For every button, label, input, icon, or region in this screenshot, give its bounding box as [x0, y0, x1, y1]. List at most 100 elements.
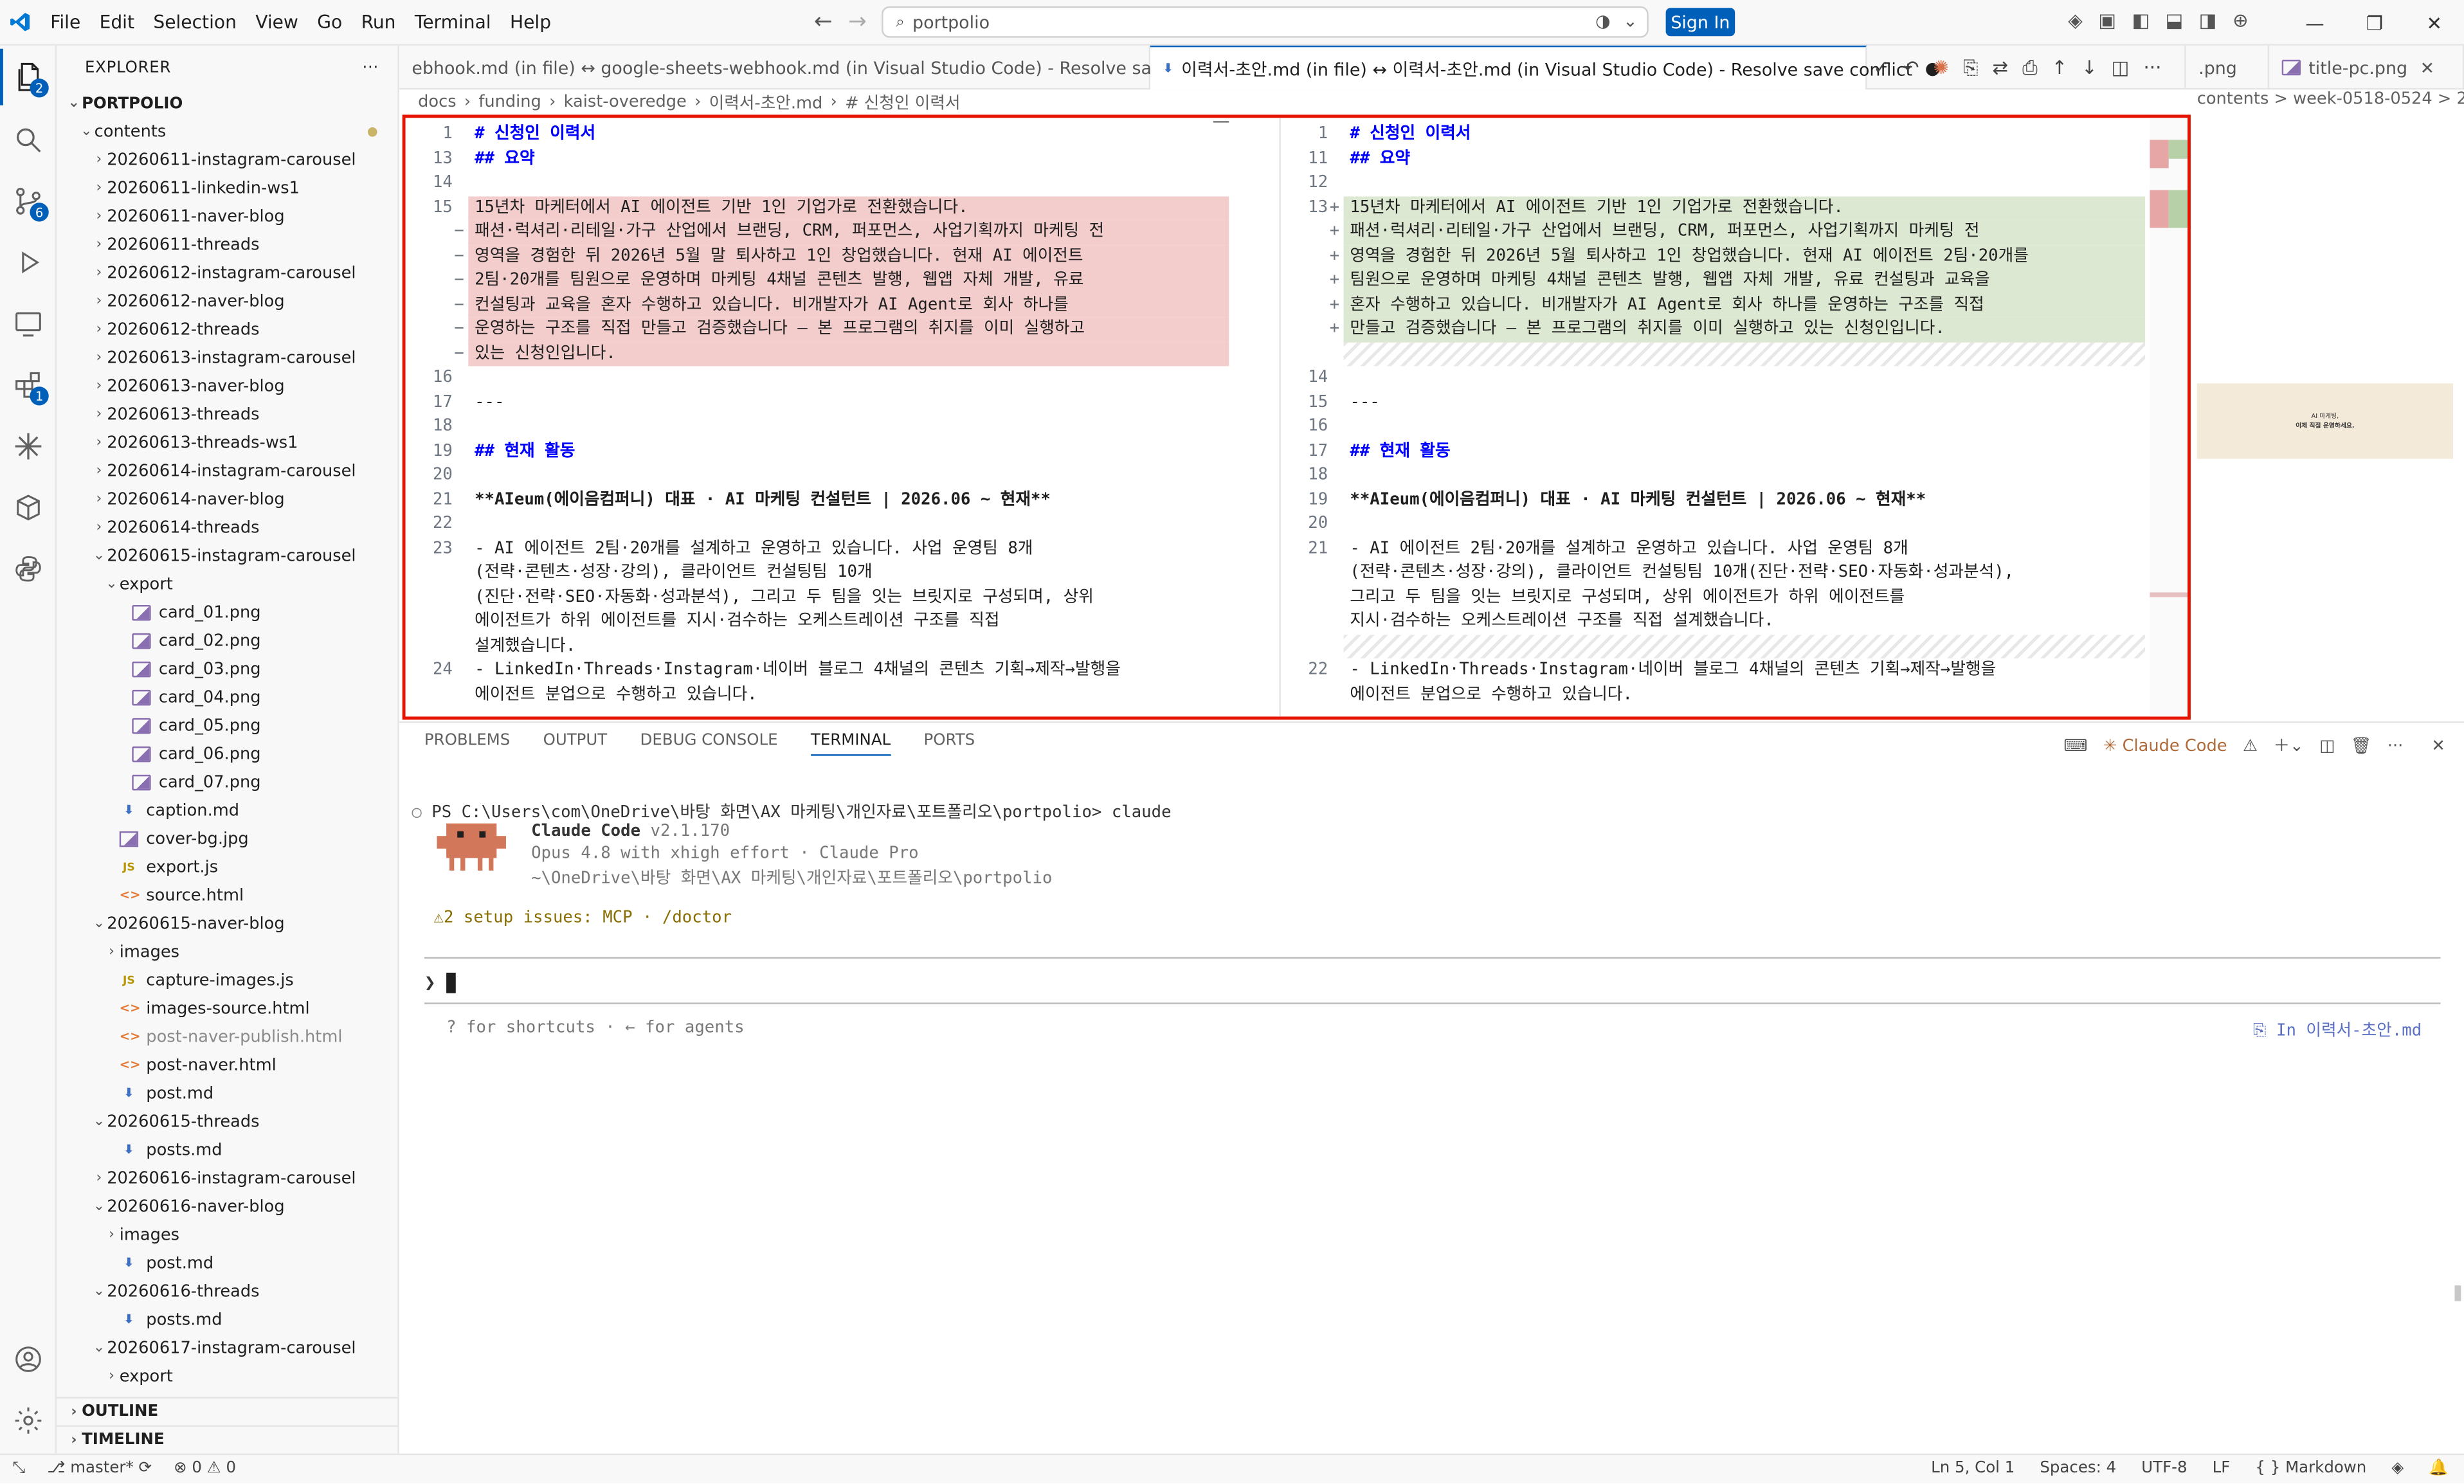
tree-folder[interactable]: › 20260613-instagram-carousel [57, 344, 399, 372]
terminal-name[interactable]: ✳ Claude Code [2103, 736, 2227, 755]
tree-folder[interactable]: › 20260614-naver-blog [57, 485, 399, 514]
code-line[interactable]: 영역을 경험한 뒤 2026년 5월 퇴사하고 1인 창업했습니다. 현재 AI… [1350, 244, 2028, 269]
close-panel-icon[interactable]: ✕ [2431, 736, 2445, 755]
encoding[interactable]: UTF-8 [2141, 1460, 2187, 1477]
code-line[interactable]: ## 현재 활동 [475, 439, 575, 464]
code-line[interactable]: 팀원으로 운영하며 마케팅 4채널 콘텐츠 발행, 웹앱 자체 개발, 유료 컨… [1350, 269, 1989, 293]
language-mode[interactable]: { } Markdown [2255, 1460, 2366, 1477]
move-change-icon[interactable]: ⎙ [2022, 57, 2037, 80]
split-editor-icon[interactable]: ◫ [2112, 57, 2130, 80]
extensions-icon[interactable]: 1 [0, 357, 57, 413]
code-line[interactable]: **AIeum(에이음컴퍼니) 대표 · AI 마케팅 컨설턴트 | 2026.… [1350, 488, 1926, 512]
sign-in-button[interactable]: Sign In [1665, 8, 1735, 37]
back-arrow-icon[interactable]: ← [814, 10, 833, 35]
code-line[interactable]: --- [475, 390, 504, 415]
tree-file[interactable]: ⬇ posts.md [57, 1306, 399, 1334]
source-control-icon[interactable]: 6 [0, 173, 57, 230]
terminal-scrollbar[interactable] [2454, 1285, 2461, 1301]
code-line[interactable]: 설계했습니다. [475, 634, 575, 658]
tree-file[interactable]: ⬇ caption.md [57, 797, 399, 825]
copilot-chat-icon[interactable]: ◈ [2068, 10, 2083, 32]
tree-file[interactable]: cover-bg.jpg [57, 825, 399, 853]
code-line[interactable]: - AI 에이전트 2팀·20개를 설계하고 운영하고 있습니다. 사업 운영팀… [475, 537, 1033, 561]
arrow-up-icon[interactable]: ↑ [2052, 57, 2068, 80]
close-icon[interactable]: ✕ [2420, 57, 2435, 78]
tree-file[interactable]: ⬇ posts.md [57, 1136, 399, 1164]
more-actions-icon[interactable]: ··· [362, 59, 379, 77]
tree-folder[interactable]: › 20260613-threads-ws1 [57, 429, 399, 457]
trash-icon[interactable]: 🗑 [2351, 736, 2372, 756]
tree-file[interactable]: <> post-naver-publish.html [57, 1023, 399, 1051]
breadcrumb-item[interactable]: kaist-overedge [564, 93, 687, 111]
code-line[interactable]: (진단·전략·SEO·자동화·성과분석), 그리고 두 팀을 잇는 브릿지로 구… [475, 585, 1094, 610]
chevron-down-icon[interactable]: ⌄ [1623, 11, 1638, 32]
indentation[interactable]: Spaces: 4 [2040, 1460, 2116, 1477]
timeline-section[interactable]: › TIMELINE [56, 1425, 399, 1454]
open-file-icon[interactable]: ⎘ [1963, 57, 1978, 80]
code-line[interactable]: 15년차 마케터에서 AI 에이전트 기반 1인 기업가로 전환했습니다. [475, 195, 968, 220]
more-actions-icon[interactable]: ··· [2143, 57, 2161, 80]
cursor-position[interactable]: Ln 5, Col 1 [1931, 1460, 2015, 1477]
tree-file[interactable]: ⬇ post.md [57, 1080, 399, 1108]
tree-folder[interactable]: › 20260614-threads [57, 514, 399, 542]
diff-overview-ruler[interactable] [2150, 118, 2188, 717]
code-line[interactable]: 에이전트 분업으로 수행하고 있습니다. [475, 683, 757, 707]
minimize-icon[interactable]: — [2285, 0, 2345, 46]
breadcrumb-item[interactable]: docs [418, 93, 456, 111]
image-preview-thumb[interactable]: AI 마케팅, 이제 직접 운영하세요. [2197, 383, 2454, 459]
toggle-secondary-sidebar-icon[interactable]: ◨ [2199, 10, 2217, 32]
claude-icon[interactable] [0, 418, 57, 475]
gear-icon[interactable] [0, 1392, 57, 1449]
forward-arrow-icon[interactable]: → [848, 10, 867, 35]
workspace-root[interactable]: ⌄ PORTPOLIO [57, 89, 399, 118]
tree-folder[interactable]: › 20260616-instagram-carousel [57, 1164, 399, 1193]
tree-folder[interactable]: ⌄ 20260615-naver-blog [57, 910, 399, 938]
panel-tab-terminal[interactable]: TERMINAL [810, 732, 891, 756]
code-line[interactable]: 패션·럭셔리·리테일·가구 산업에서 브랜딩, CRM, 퍼포먼스, 사업기획까… [475, 220, 1104, 244]
diff-right-pane[interactable]: 1 # 신청인 이력서 11 ## 요약 12 13 +15년차 마케터에서 AI 에이전트… [1281, 118, 2161, 716]
tree-folder[interactable]: › 20260613-threads [57, 401, 399, 429]
split-terminal-icon[interactable]: ◫ [2319, 736, 2335, 755]
breadcrumb-item[interactable]: # 신청인 이력서 [845, 91, 960, 114]
globe-icon[interactable]: ⊕ [2233, 10, 2249, 32]
copilot-icon[interactable]: ◑ [1595, 11, 1610, 32]
code-line[interactable]: 15년차 마케터에서 AI 에이전트 기반 1인 기업가로 전환했습니다. [1350, 195, 1843, 220]
menu-terminal[interactable]: Terminal [405, 0, 500, 45]
claude-input[interactable]: ❯ [424, 971, 457, 993]
tab-png[interactable]: .png [2184, 45, 2270, 90]
code-line[interactable]: # 신청인 이력서 [475, 123, 595, 147]
tree-folder[interactable]: › images [57, 938, 399, 966]
tree-folder[interactable]: › 20260614-instagram-carousel [57, 457, 399, 485]
tree-folder[interactable]: › 20260613-naver-blog [57, 372, 399, 401]
new-terminal-icon[interactable]: ＋⌄ [2273, 734, 2303, 757]
code-line[interactable]: 운영하는 구조를 직접 만들고 검증했습니다 — 본 프로그램의 취지를 이미 … [475, 318, 1085, 342]
menu-file[interactable]: File [41, 0, 90, 45]
tree-file[interactable]: JS export.js [57, 853, 399, 882]
code-line[interactable]: ## 현재 활동 [1350, 439, 1450, 464]
search-icon[interactable] [0, 112, 57, 168]
tree-file[interactable]: ⬇ post.md [57, 1249, 399, 1278]
code-line[interactable]: 패션·럭셔리·리테일·가구 산업에서 브랜딩, CRM, 퍼포먼스, 사업기획까… [1350, 220, 1979, 244]
menu-view[interactable]: View [246, 0, 308, 45]
tree-file[interactable]: card_02.png [57, 627, 399, 655]
tab-title-pc[interactable]: title-pc.png ✕ [2269, 45, 2464, 90]
command-center[interactable]: ⌕ portpolio ◑ ⌄ [882, 6, 1649, 38]
outline-section[interactable]: › OUTLINE [56, 1397, 399, 1425]
tree-folder[interactable]: › export [57, 1362, 399, 1391]
tree-folder[interactable]: ⌄ contents [57, 118, 399, 146]
code-line[interactable]: (전략·콘텐츠·성장·강의), 클라이언트 컨설팅팀 10개 [475, 561, 873, 586]
copilot-status-icon[interactable]: ◈ [2391, 1460, 2404, 1477]
code-line[interactable]: 만들고 검증했습니다 — 본 프로그램의 취지를 이미 실행하고 있는 신청인입… [1350, 318, 1944, 342]
notifications-icon[interactable]: 🔔 [2429, 1460, 2448, 1477]
code-line[interactable]: 컨설팅과 교육을 혼자 수행하고 있습니다. 비개발자가 AI Agent로 회… [475, 293, 1069, 318]
tree-folder[interactable]: › 20260612-naver-blog [57, 287, 399, 316]
tree-folder[interactable]: › 20260612-threads [57, 316, 399, 344]
explorer-icon[interactable]: 2 [0, 48, 57, 105]
setup-warning[interactable]: ⚠2 setup issues: MCP · /doctor [434, 909, 732, 927]
tree-folder[interactable]: › 20260611-instagram-carousel [57, 146, 399, 174]
problems-indicator[interactable]: ⊗ 0 ⚠ 0 [174, 1460, 236, 1477]
code-line[interactable]: 그리고 두 팀을 잇는 브릿지로 구성되며, 상위 에이전트가 하위 에이전트를 [1350, 585, 1905, 610]
remote-explorer-icon[interactable] [0, 295, 57, 352]
tree-folder[interactable]: › 20260611-linkedin-ws1 [57, 174, 399, 203]
customize-layout-icon[interactable]: ▣ [2098, 10, 2116, 32]
